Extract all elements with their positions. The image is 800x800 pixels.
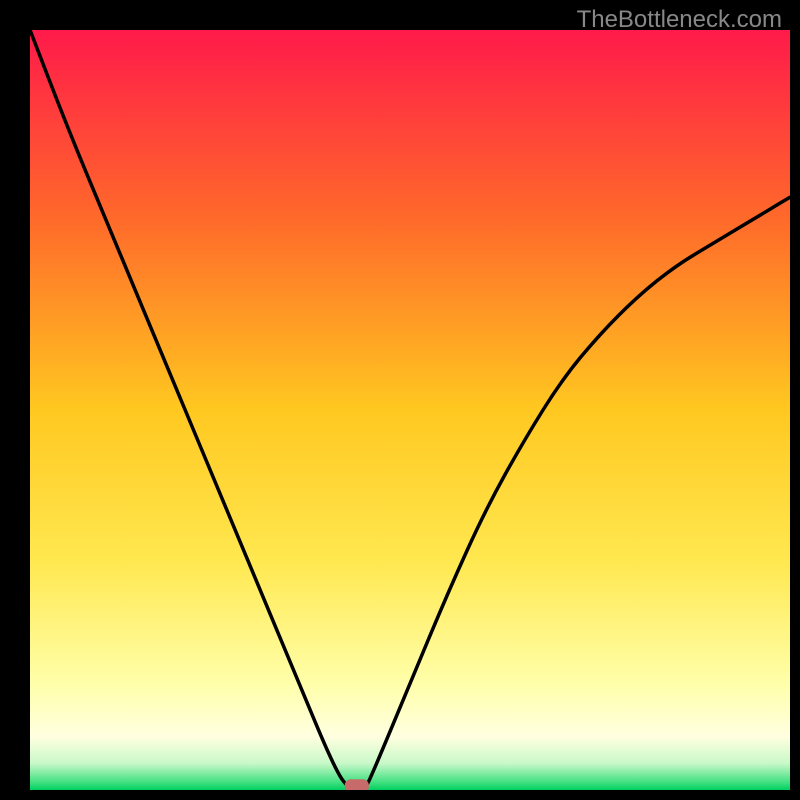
chart-plot-area — [30, 30, 790, 790]
chart-svg — [30, 30, 790, 790]
optimal-point-marker — [345, 779, 369, 790]
gradient-background — [30, 30, 790, 790]
watermark-text: TheBottleneck.com — [577, 6, 782, 34]
chart-container: TheBottleneck.com — [0, 0, 800, 800]
